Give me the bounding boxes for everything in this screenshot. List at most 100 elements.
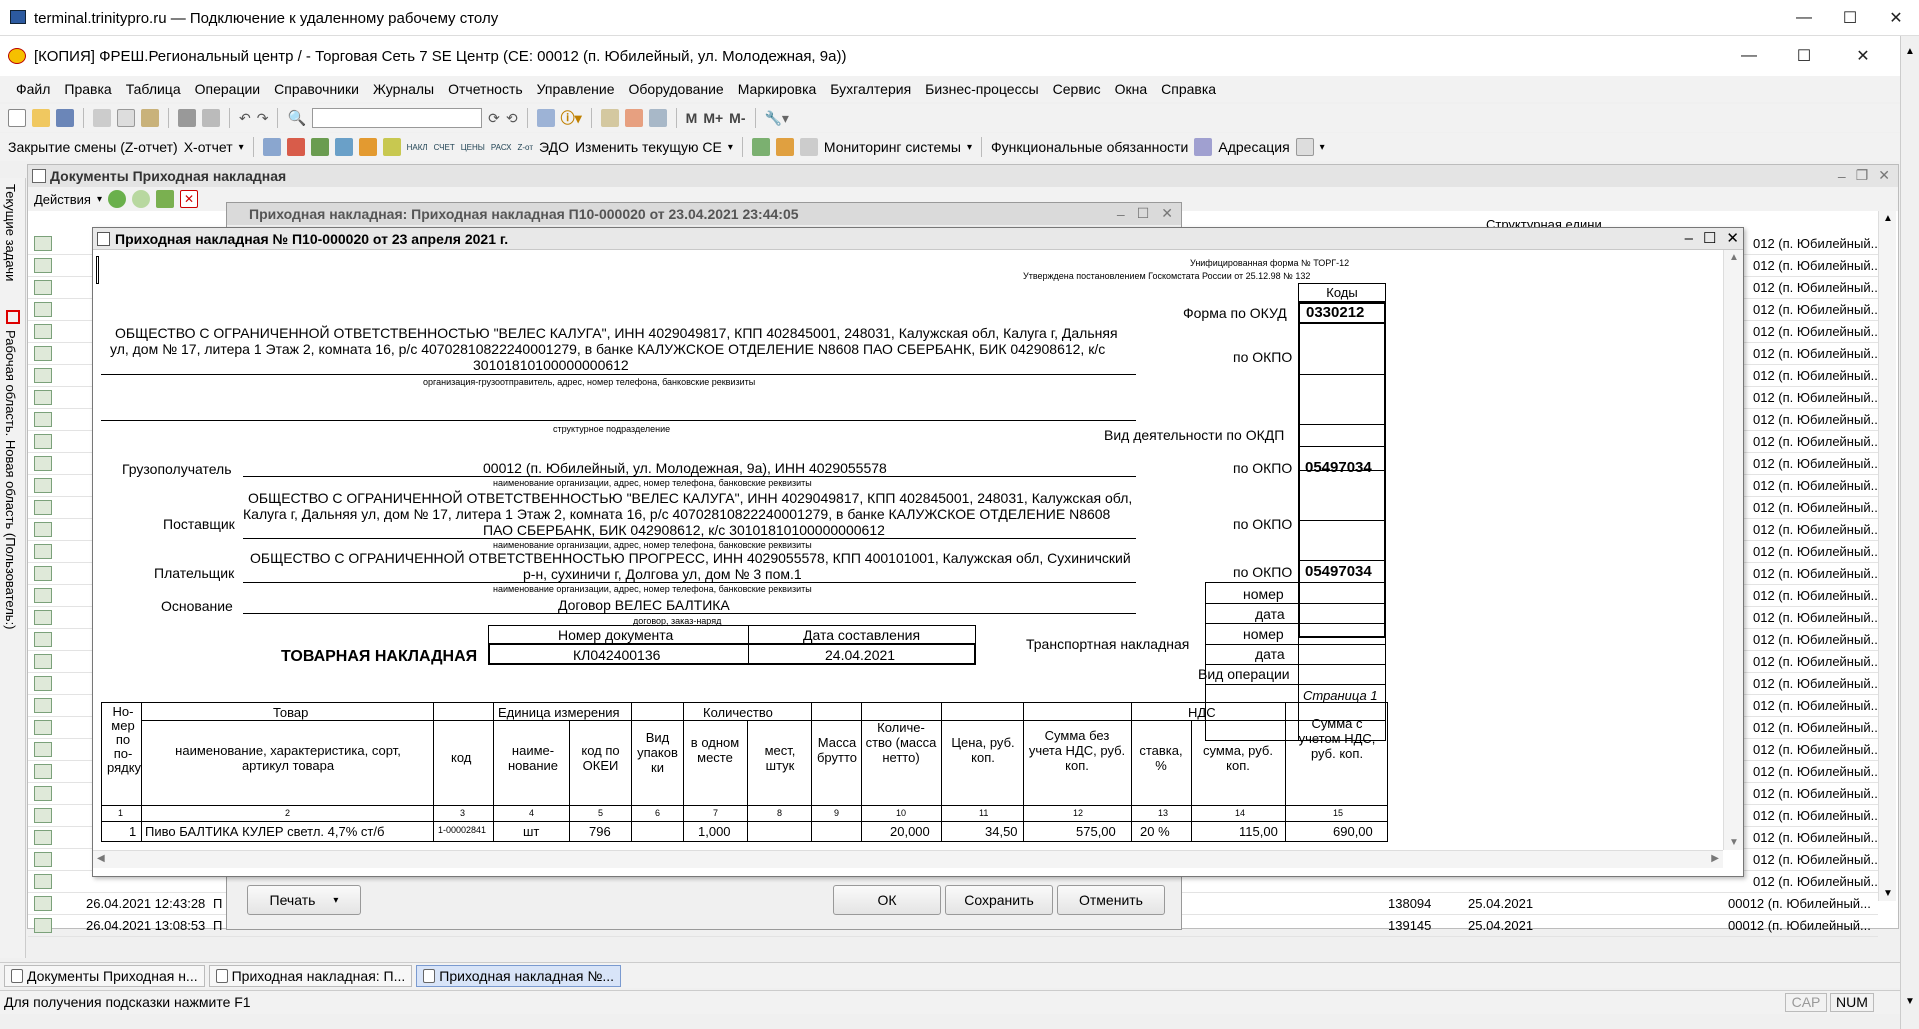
menu-management[interactable]: Управление xyxy=(537,81,615,97)
z-ot-icon[interactable]: Z-от xyxy=(518,143,534,152)
chevron-down-icon[interactable]: ▾ xyxy=(1320,142,1325,153)
menu-help[interactable]: Справка xyxy=(1161,81,1216,97)
paste-icon[interactable] xyxy=(141,109,159,127)
menu-marking[interactable]: Маркировка xyxy=(738,81,817,97)
change-ce-button[interactable]: Изменить текущую СЕ xyxy=(575,139,722,155)
monitoring-button[interactable]: Мониторинг системы xyxy=(824,139,961,155)
maximize-icon[interactable]: ☐ xyxy=(1703,228,1716,250)
doc-list-scrollbar[interactable]: ▲ ▼ xyxy=(1878,211,1896,901)
tools-icon[interactable]: 🔧▾ xyxy=(765,110,789,127)
posted-document-icon xyxy=(34,324,52,339)
close-icon[interactable]: ✕ xyxy=(1726,228,1739,250)
monitoring-icon[interactable] xyxy=(799,138,818,156)
task-receipt-form[interactable]: Приходная накладная: П... xyxy=(208,964,413,987)
memory-minus-icon[interactable]: M- xyxy=(729,110,745,126)
close-icon[interactable]: ✕ xyxy=(1161,205,1173,222)
undo-icon[interactable]: ↶ xyxy=(239,110,251,127)
window-edge-scrollbar[interactable]: ▲ ▼ xyxy=(1900,36,1919,1029)
edit-icon[interactable] xyxy=(156,190,174,208)
save-button[interactable]: Сохранить xyxy=(945,885,1053,915)
chevron-down-icon[interactable]: ▾ xyxy=(239,142,244,153)
memory-m-icon[interactable]: M xyxy=(686,110,698,126)
goods-icon[interactable] xyxy=(358,138,377,156)
ceny-button[interactable]: ЦЕНЫ xyxy=(461,143,485,152)
menu-operations[interactable]: Операции xyxy=(195,81,261,97)
restore-icon[interactable]: ❐ xyxy=(1856,167,1869,184)
menu-references[interactable]: Справочники xyxy=(274,81,359,97)
grid-icon[interactable] xyxy=(1295,138,1314,156)
print-button[interactable]: Печать ▾ xyxy=(247,885,361,915)
close-icon[interactable]: ✕ xyxy=(1878,167,1890,184)
info-icon[interactable]: ⓘ▾ xyxy=(561,108,582,128)
minimize-icon[interactable]: – xyxy=(1838,168,1846,184)
redo-icon[interactable]: ↷ xyxy=(257,110,269,127)
find-next-icon[interactable]: ⟳ xyxy=(488,110,500,127)
menu-edit[interactable]: Правка xyxy=(64,81,111,97)
z-report-button[interactable]: Закрытие смены (Z-отчет) xyxy=(8,139,178,155)
people-icon[interactable] xyxy=(382,138,401,156)
close-icon[interactable]: ✕ xyxy=(1873,0,1919,36)
hammer-icon[interactable] xyxy=(1194,138,1213,156)
x-report-button[interactable]: Х-отчет xyxy=(184,139,233,155)
print-preview-icon[interactable] xyxy=(202,109,220,127)
copy-icon[interactable] xyxy=(117,109,135,127)
delete-icon[interactable]: ✕ xyxy=(180,190,198,208)
document-vertical-scrollbar[interactable]: ▲ ▼ xyxy=(1723,250,1743,850)
chevron-down-icon[interactable]: ▾ xyxy=(967,142,972,153)
menu-service[interactable]: Сервис xyxy=(1053,81,1101,97)
windows-icon[interactable] xyxy=(536,109,555,127)
print-icon[interactable] xyxy=(178,109,196,127)
person-icon[interactable] xyxy=(775,138,794,156)
document-horizontal-scrollbar[interactable]: ◀ ▶ xyxy=(93,850,1723,868)
maximize-icon[interactable]: ☐ xyxy=(1137,205,1150,222)
menu-journals[interactable]: Журналы xyxy=(373,81,434,97)
duties-button[interactable]: Функциональные обязанности xyxy=(991,139,1188,155)
schet-button[interactable]: СЧЕТ xyxy=(434,143,455,152)
menu-file[interactable]: Файл xyxy=(16,81,50,97)
structure-icon[interactable] xyxy=(262,138,281,156)
memory-plus-icon[interactable]: M+ xyxy=(703,110,723,126)
maximize-icon[interactable]: ☐ xyxy=(1827,0,1873,36)
addressing-button[interactable]: Адресация xyxy=(1218,139,1289,155)
task-documents-list[interactable]: Документы Приходная н... xyxy=(4,964,205,987)
menu-accounting[interactable]: Бухгалтерия xyxy=(830,81,911,97)
users-icon[interactable] xyxy=(648,109,667,127)
shop-icon[interactable] xyxy=(286,138,305,156)
cash-register-icon[interactable] xyxy=(334,138,353,156)
search-combo-input[interactable] xyxy=(312,108,483,128)
save-disk-icon[interactable] xyxy=(56,109,74,127)
org-chart-icon[interactable] xyxy=(310,138,329,156)
menu-equipment[interactable]: Оборудование xyxy=(629,81,724,97)
menu-reports[interactable]: Отчетность xyxy=(448,81,523,97)
menu-windows[interactable]: Окна xyxy=(1115,81,1148,97)
cut-icon[interactable] xyxy=(93,109,111,127)
app-minimize-icon[interactable]: — xyxy=(1726,36,1772,76)
menu-table[interactable]: Таблица xyxy=(126,81,181,97)
ok-button[interactable]: ОК xyxy=(833,885,941,915)
rasx-button[interactable]: РАСХ xyxy=(491,143,512,152)
actions-menu[interactable]: Действия xyxy=(34,192,91,207)
app-maximize-icon[interactable]: ☐ xyxy=(1772,36,1836,76)
minimize-icon[interactable]: — xyxy=(1781,0,1827,36)
find-prev-icon[interactable]: ⟲ xyxy=(506,110,518,127)
route-icon[interactable] xyxy=(751,138,770,156)
open-folder-icon[interactable] xyxy=(32,109,50,127)
add-icon[interactable] xyxy=(108,190,126,208)
tab-workspace[interactable]: Рабочая область. Новая область (Пользова… xyxy=(3,330,18,630)
calendar-icon[interactable] xyxy=(624,109,643,127)
nakl-button[interactable]: НАКЛ xyxy=(407,143,428,152)
edo-button[interactable]: ЭДО xyxy=(539,139,569,155)
minimize-icon[interactable]: – xyxy=(1685,228,1693,250)
task-torg12[interactable]: Приходная накладная №... xyxy=(416,964,622,987)
minimize-icon[interactable]: – xyxy=(1117,206,1125,222)
cancel-button[interactable]: Отменить xyxy=(1057,885,1165,915)
chevron-down-icon[interactable]: ▾ xyxy=(97,194,102,205)
app-close-icon[interactable]: ✕ xyxy=(1836,36,1890,76)
chevron-down-icon[interactable]: ▾ xyxy=(728,142,733,153)
copy-row-icon[interactable] xyxy=(132,190,150,208)
tab-current-tasks[interactable]: Текущие задачи xyxy=(3,184,18,281)
calculator-icon[interactable] xyxy=(600,109,619,127)
new-document-icon[interactable] xyxy=(8,109,26,127)
torg12-document[interactable]: Унифицированная форма № ТОРГ-12 Утвержде… xyxy=(93,250,1723,850)
menu-business-processes[interactable]: Бизнес-процессы xyxy=(925,81,1038,97)
